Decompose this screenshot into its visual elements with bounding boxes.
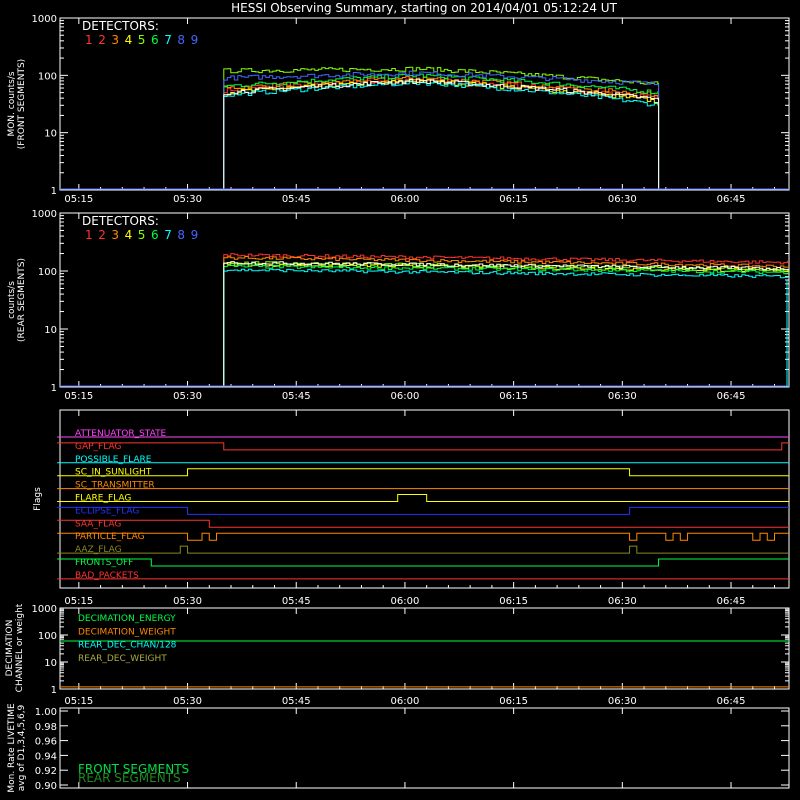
front-detector-6: 6	[151, 33, 159, 47]
rear-xtick-label: 05:30	[173, 391, 202, 402]
dec-xtick-label: 05:45	[282, 696, 311, 707]
front-xtick-label: 06:30	[608, 194, 637, 205]
dec-ytick-label: 10	[44, 658, 57, 669]
dec-xtick-label: 05:15	[64, 696, 93, 707]
flags-xtick-label: 06:15	[499, 596, 528, 607]
flags-xtick-label: 06:45	[717, 596, 746, 607]
flags-xtick-label: 06:00	[391, 596, 420, 607]
flags-xtick-label: 05:30	[173, 596, 202, 607]
rear-legend-title: DETECTORS:	[82, 214, 159, 228]
front-detector-2: 2	[98, 33, 106, 47]
front-ytick-label: 1000	[32, 14, 57, 25]
front-xtick-label: 05:30	[173, 194, 202, 205]
dec-legend-2: REAR_DEC_CHAN/128	[78, 641, 177, 651]
front-xtick-label: 05:45	[282, 194, 311, 205]
front-detector-1: 1	[85, 33, 93, 47]
plot-title: HESSI Observing Summary, starting on 201…	[231, 1, 617, 15]
front-ytick-label: 10	[44, 129, 57, 140]
front-detector-9: 9	[191, 33, 199, 47]
rear-ytick-label: 1000	[32, 209, 57, 220]
dec-xtick-label: 06:15	[499, 696, 528, 707]
live-ytick-label: 0.98	[35, 722, 57, 733]
flags-xtick-label: 06:30	[608, 596, 637, 607]
dec-ytick-label: 100	[38, 631, 57, 642]
dec-ytick-label: 1	[51, 685, 57, 696]
live-legend-1: REAR SEGMENTS	[78, 771, 181, 785]
front-detector-7: 7	[164, 33, 172, 47]
front-ytick-label: 1	[51, 186, 57, 197]
rear-detector-7: 7	[164, 228, 172, 242]
live-ytick-label: 0.96	[35, 737, 57, 748]
rear-detector-8: 8	[177, 228, 185, 242]
front-detector-5: 5	[138, 33, 146, 47]
rear-ytick-label: 100	[38, 267, 57, 278]
front-legend-title: DETECTORS:	[82, 19, 159, 33]
flags-ylabel: Flags	[33, 487, 43, 511]
rear-xtick-label: 06:45	[717, 391, 746, 402]
live-ytick-label: 0.94	[35, 751, 57, 762]
rear-ytick-label: 10	[44, 325, 57, 336]
hessi-summary-plot: HESSI Observing Summary, starting on 201…	[0, 0, 800, 800]
front-xtick-label: 06:15	[499, 194, 528, 205]
front-xtick-label: 05:15	[64, 194, 93, 205]
front-detector-4: 4	[125, 33, 133, 47]
front-xtick-label: 06:45	[717, 194, 746, 205]
front-ylabel: MON. counts/s(FRONT SEGMENTS)	[7, 59, 27, 149]
dec-legend-3: REAR_DEC_WEIGHT	[78, 654, 167, 664]
dec-xtick-label: 06:00	[391, 696, 420, 707]
rear-detector-4: 4	[125, 228, 133, 242]
dec-legend-1: DECIMATION_WEIGHT	[78, 627, 176, 637]
flag-label-eclipse-flag: ECLIPSE_FLAG	[75, 506, 139, 516]
front-ytick-label: 100	[38, 71, 57, 82]
rear-xtick-label: 06:30	[608, 391, 637, 402]
flags-xtick-label: 05:45	[282, 596, 311, 607]
dec-xtick-label: 06:30	[608, 696, 637, 707]
rear-detector-2: 2	[98, 228, 106, 242]
dec-xtick-label: 05:30	[173, 696, 202, 707]
front-xtick-label: 06:00	[391, 194, 420, 205]
live-ytick-label: 1.00	[35, 707, 57, 718]
live-ytick-label: 0.92	[35, 766, 57, 777]
front-detector-3: 3	[111, 33, 119, 47]
rear-detector-3: 3	[111, 228, 119, 242]
live-ytick-label: 0.90	[35, 781, 57, 792]
rear-xtick-label: 06:15	[499, 391, 528, 402]
rear-detector-1: 1	[85, 228, 93, 242]
rear-xtick-label: 06:00	[391, 391, 420, 402]
live-ylabel: Mon. Rate LIVETIMEavg of D1,3,4,5,6,9	[7, 703, 27, 793]
rear-detector-5: 5	[138, 228, 146, 242]
flags-xtick-label: 05:15	[64, 596, 93, 607]
rear-detector-6: 6	[151, 228, 159, 242]
rear-ytick-label: 1	[51, 383, 57, 394]
dec-legend-0: DECIMATION_ENERGY	[78, 614, 176, 624]
dec-xtick-label: 06:45	[717, 696, 746, 707]
rear-xtick-label: 05:45	[282, 391, 311, 402]
rear-detector-9: 9	[191, 228, 199, 242]
rear-xtick-label: 05:15	[64, 391, 93, 402]
dec-ytick-label: 1000	[32, 604, 57, 615]
front-detector-8: 8	[177, 33, 185, 47]
